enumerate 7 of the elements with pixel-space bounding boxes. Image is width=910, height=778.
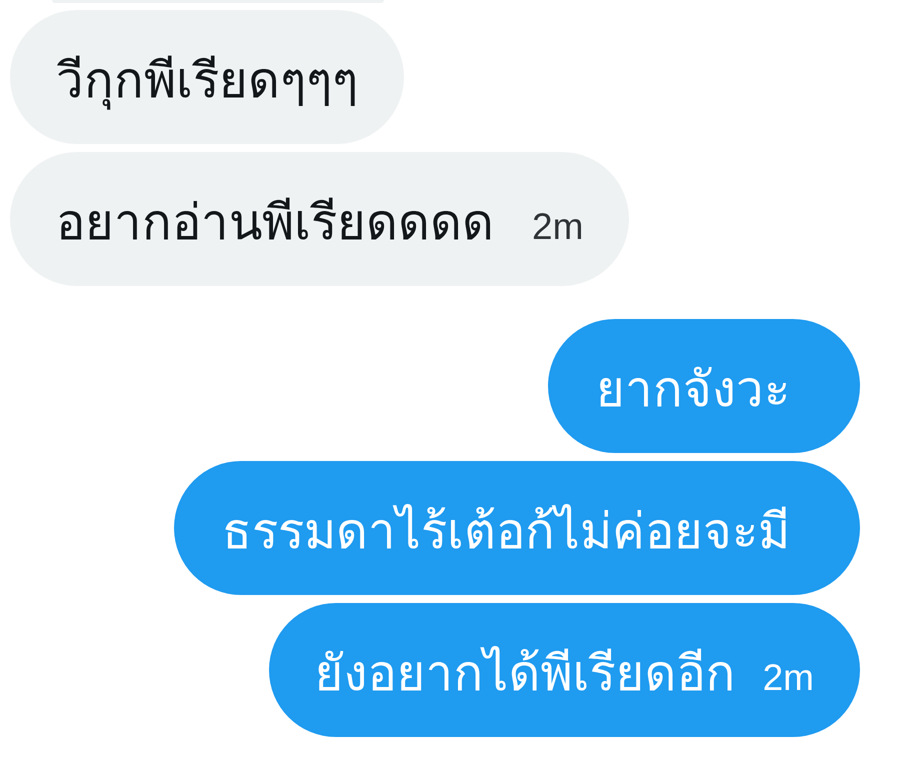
message-text: ยากจังวะ bbox=[596, 360, 790, 420]
message-text: วีกุกพีเรียดๆๆๆ bbox=[56, 51, 358, 112]
message-time: 2m bbox=[762, 659, 814, 696]
message-text: ยังอยากได้พีเรียดอีก bbox=[314, 644, 736, 704]
message-text: ธรรมดาไร้เต้อก้ไม่ค่อยจะมี bbox=[222, 502, 790, 562]
message-time: 2m bbox=[532, 208, 584, 245]
message-text: อยากอ่านพีเรียดดดด bbox=[56, 193, 494, 253]
